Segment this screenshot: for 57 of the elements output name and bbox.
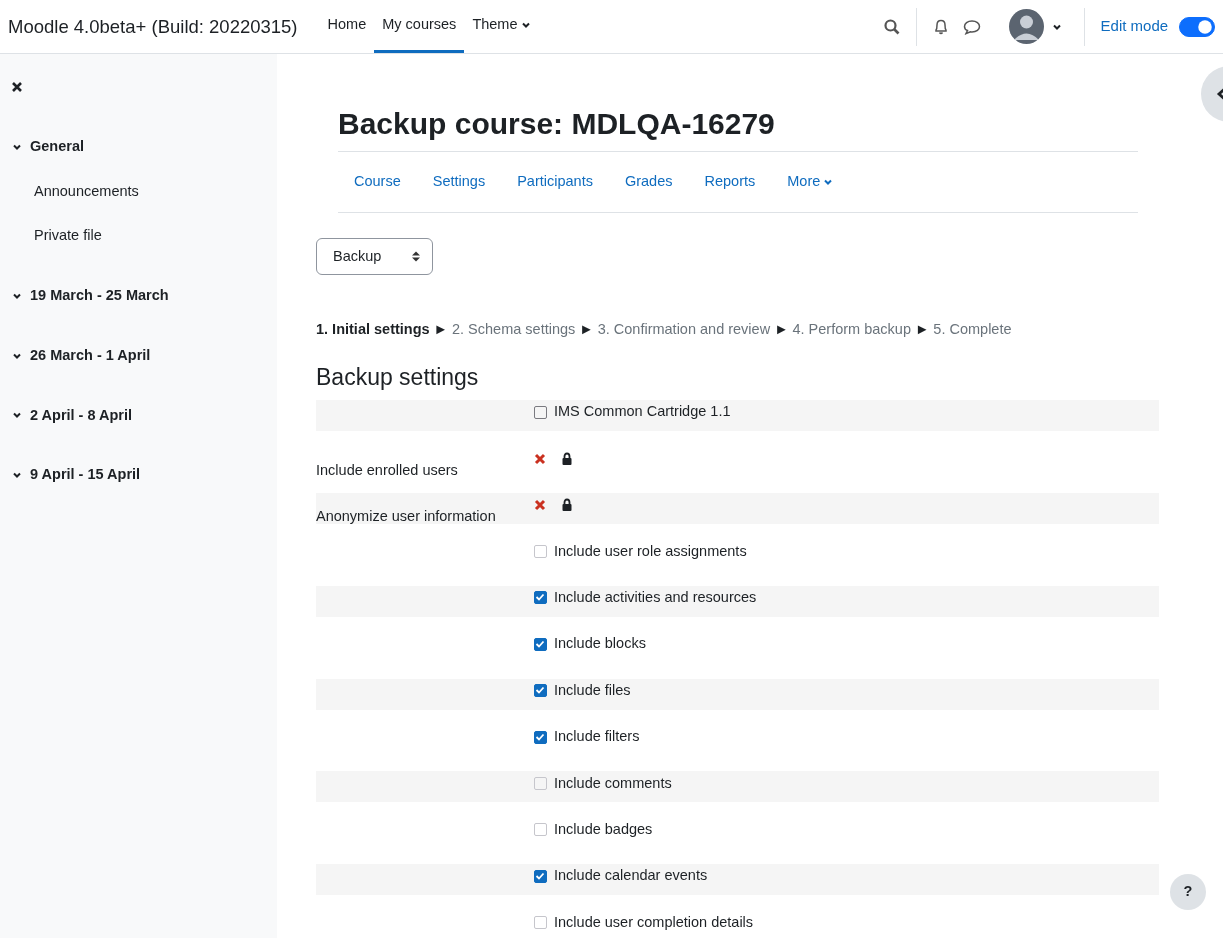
lock-icon (561, 498, 573, 513)
checkbox-label[interactable]: Include calendar events (554, 865, 708, 888)
checkbox[interactable] (534, 405, 547, 419)
nav-link[interactable]: My courses (374, 0, 465, 53)
step-separator: ► (774, 321, 789, 337)
section-link[interactable]: General (30, 135, 84, 158)
chevron-left-icon (1216, 88, 1223, 101)
checkbox-label[interactable]: Include activities and resources (554, 587, 757, 609)
secondary-nav-link[interactable]: Reports (688, 171, 772, 193)
checkbox-label[interactable]: Include files (554, 679, 631, 702)
secondary-nav-link[interactable]: Settings (416, 171, 502, 193)
checkbox-label[interactable]: Include blocks (554, 633, 646, 656)
search-icon[interactable] (883, 18, 900, 35)
section-link[interactable]: 2 April - 8 April (30, 404, 133, 427)
setting-label: Anonymize user information (316, 508, 496, 525)
sort-arrows-icon (412, 251, 420, 262)
step-separator: ► (433, 321, 448, 337)
bell-icon[interactable] (932, 18, 949, 35)
setting-label: Include enrolled users (316, 462, 458, 478)
nav-link[interactable]: Home (319, 0, 375, 53)
edit-mode-label[interactable]: Edit mode (1100, 15, 1169, 38)
nav-link[interactable]: Theme (464, 0, 539, 53)
progress-step: 2. Schema settings (451, 321, 576, 337)
cross-icon (534, 499, 546, 512)
checkbox-label[interactable]: IMS Common Cartridge 1.1 (554, 401, 731, 424)
section-link[interactable]: 26 March - 1 April (30, 344, 151, 367)
progress-step: 3. Confirmation and review (597, 321, 771, 337)
secondary-nav-link[interactable]: More (771, 171, 850, 193)
page-title: Backup course: MDLQA-16279 (338, 106, 776, 142)
progress-step: 4. Perform backup (792, 321, 911, 337)
chat-bubble-icon[interactable] (962, 18, 981, 35)
lock-icon (561, 451, 573, 466)
site-name[interactable]: Moodle 4.0beta+ (Build: 20220315) (0, 12, 298, 41)
progress-step: 1. Initial settings (316, 321, 430, 337)
checkbox[interactable] (534, 869, 547, 883)
step-separator: ► (579, 321, 594, 337)
activity-link[interactable]: Announcements (34, 182, 139, 199)
secondary-nav-link[interactable]: Grades (608, 171, 689, 193)
avatar-icon[interactable] (1008, 9, 1044, 44)
section-link[interactable]: 19 March - 25 March (30, 285, 169, 307)
action-select[interactable]: Backup (316, 238, 433, 275)
step-separator: ► (915, 321, 930, 337)
checkbox[interactable] (534, 637, 547, 651)
checkbox[interactable] (534, 730, 547, 744)
help-button[interactable]: ? (1170, 874, 1206, 910)
section-heading: Backup settings (316, 363, 480, 392)
close-icon (11, 81, 23, 94)
secondary-nav-link[interactable]: Course (338, 171, 417, 193)
activity-link[interactable]: Private file (34, 227, 102, 244)
secondary-nav-link[interactable]: Participants (501, 171, 609, 193)
section-link[interactable]: 9 April - 15 April (30, 464, 141, 486)
checkbox-label[interactable]: Include filters (554, 726, 640, 748)
checkbox[interactable] (534, 684, 547, 698)
cross-icon (534, 452, 546, 465)
progress-step: 5. Complete (933, 321, 1012, 337)
checkbox[interactable] (534, 591, 547, 605)
edit-mode-switch[interactable] (1179, 16, 1215, 37)
